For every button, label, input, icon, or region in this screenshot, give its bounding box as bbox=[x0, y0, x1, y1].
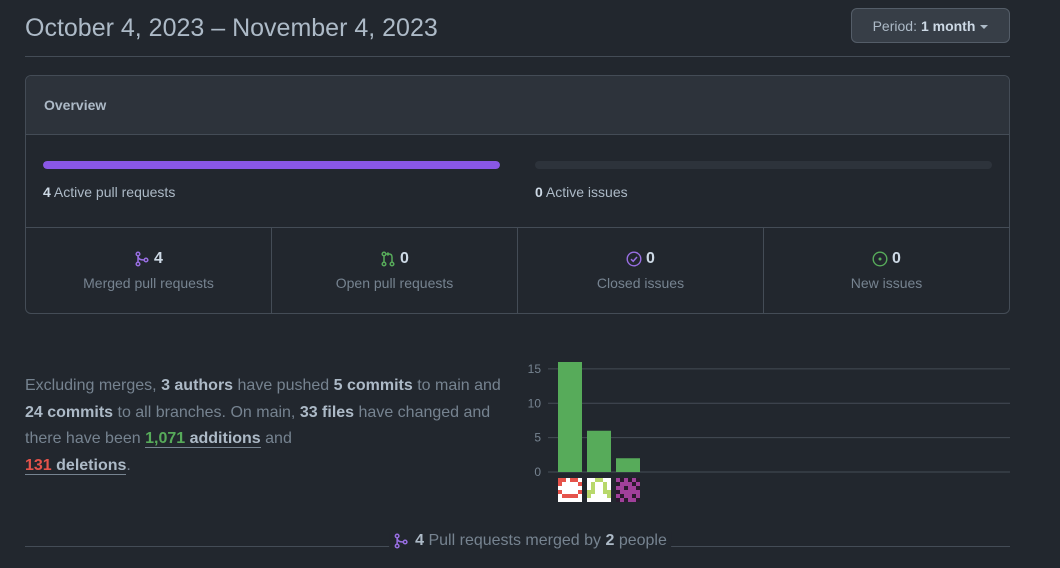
additions-count: 1,071 bbox=[145, 430, 186, 447]
closed-issues-label: Closed issues bbox=[596, 275, 685, 291]
active-pr-count: 4 bbox=[43, 184, 51, 200]
merge-icon bbox=[394, 533, 408, 549]
new-issues-count: 0 bbox=[892, 250, 901, 267]
overview-panel: Overview 4 Active pull requests 0 Active… bbox=[25, 75, 1010, 314]
author-avatar[interactable] bbox=[587, 478, 611, 502]
period-value: 1 month bbox=[920, 17, 976, 34]
authors-count: 3 authors bbox=[161, 377, 234, 394]
chart-y-tick-label: 15 bbox=[528, 362, 542, 376]
chart-y-tick-label: 10 bbox=[528, 396, 542, 410]
summary-text: . bbox=[126, 456, 131, 474]
deletions-label: deletions bbox=[56, 456, 127, 474]
chart-bar bbox=[558, 362, 582, 472]
merged-pr-text: Pull requests merged by bbox=[428, 532, 602, 549]
chart-bar bbox=[616, 458, 640, 472]
pull-requests-progress-fill bbox=[43, 161, 500, 169]
commit-summary: Excluding merges, 3 authors have pushed … bbox=[25, 373, 505, 479]
open-pr-label: Open pull requests bbox=[335, 275, 454, 291]
deletions-count: 131 bbox=[25, 456, 52, 474]
open-pr-count: 0 bbox=[400, 250, 409, 267]
summary-text: to main and bbox=[412, 377, 501, 394]
activity-bars: 4 Active pull requests 0 Active issues bbox=[26, 135, 1009, 228]
people-count: 2 bbox=[605, 532, 615, 549]
caret-down-icon bbox=[980, 24, 989, 29]
author-avatar[interactable] bbox=[558, 478, 582, 502]
overview-header: Overview bbox=[26, 76, 1009, 135]
summary-text: and bbox=[260, 430, 292, 447]
active-pull-requests-link[interactable]: 4 Active pull requests bbox=[43, 184, 175, 200]
pull-request-icon bbox=[381, 251, 395, 267]
active-issues-count: 0 bbox=[535, 184, 543, 200]
merged-pr-count: 4 bbox=[415, 532, 425, 549]
issue-opened-icon bbox=[872, 251, 888, 267]
period-select-button[interactable]: Period: 1 month bbox=[851, 8, 1010, 43]
stats-row: 4 Merged pull requests 0 Open pull reque… bbox=[26, 228, 1009, 313]
stat-new-issues[interactable]: 0 New issues bbox=[764, 228, 1009, 313]
new-issues-label: New issues bbox=[850, 275, 923, 291]
summary-text: Excluding merges, bbox=[25, 377, 162, 394]
deletions-link[interactable]: 131 deletions bbox=[25, 456, 127, 475]
date-range-title: October 4, 2023 – November 4, 2023 bbox=[25, 14, 438, 42]
stat-merged-pull-requests[interactable]: 4 Merged pull requests bbox=[26, 228, 272, 313]
closed-issues-count: 0 bbox=[646, 250, 655, 267]
period-label: Period: bbox=[872, 17, 917, 34]
page-header: October 4, 2023 – November 4, 2023 Perio… bbox=[25, 0, 1010, 57]
pull-requests-progress-bar[interactable] bbox=[43, 161, 500, 169]
stat-open-pull-requests[interactable]: 0 Open pull requests bbox=[272, 228, 518, 313]
people-text: people bbox=[618, 532, 667, 549]
additions-label: additions bbox=[189, 430, 261, 447]
summary-text: have pushed bbox=[233, 377, 334, 394]
additions-link[interactable]: 1,071 additions bbox=[145, 430, 261, 448]
chart-y-tick-label: 0 bbox=[534, 465, 541, 479]
issues-progress-bar[interactable] bbox=[535, 161, 992, 169]
commits-all-count: 24 commits bbox=[25, 403, 114, 421]
merged-pr-summary: 4 Pull requests merged by 2 people bbox=[389, 532, 671, 550]
author-avatar[interactable] bbox=[616, 478, 640, 502]
active-issues-link[interactable]: 0 Active issues bbox=[535, 184, 628, 200]
merge-icon bbox=[135, 251, 149, 267]
commits-main-count: 5 commits bbox=[333, 377, 413, 394]
active-issues-label: Active issues bbox=[545, 184, 628, 200]
merged-label: Merged pull requests bbox=[83, 275, 214, 291]
summary-text: to all branches. On main, bbox=[113, 403, 300, 421]
merged-count: 4 bbox=[154, 250, 163, 267]
files-count: 33 files bbox=[299, 403, 355, 421]
chart-y-tick-label: 5 bbox=[534, 431, 541, 445]
chart-bar bbox=[587, 430, 611, 472]
issue-closed-icon bbox=[626, 251, 642, 267]
commits-by-author-chart: 0 5 10 15 bbox=[528, 362, 1010, 502]
active-pr-label: Active pull requests bbox=[53, 184, 176, 200]
stat-closed-issues[interactable]: 0 Closed issues bbox=[518, 228, 764, 313]
